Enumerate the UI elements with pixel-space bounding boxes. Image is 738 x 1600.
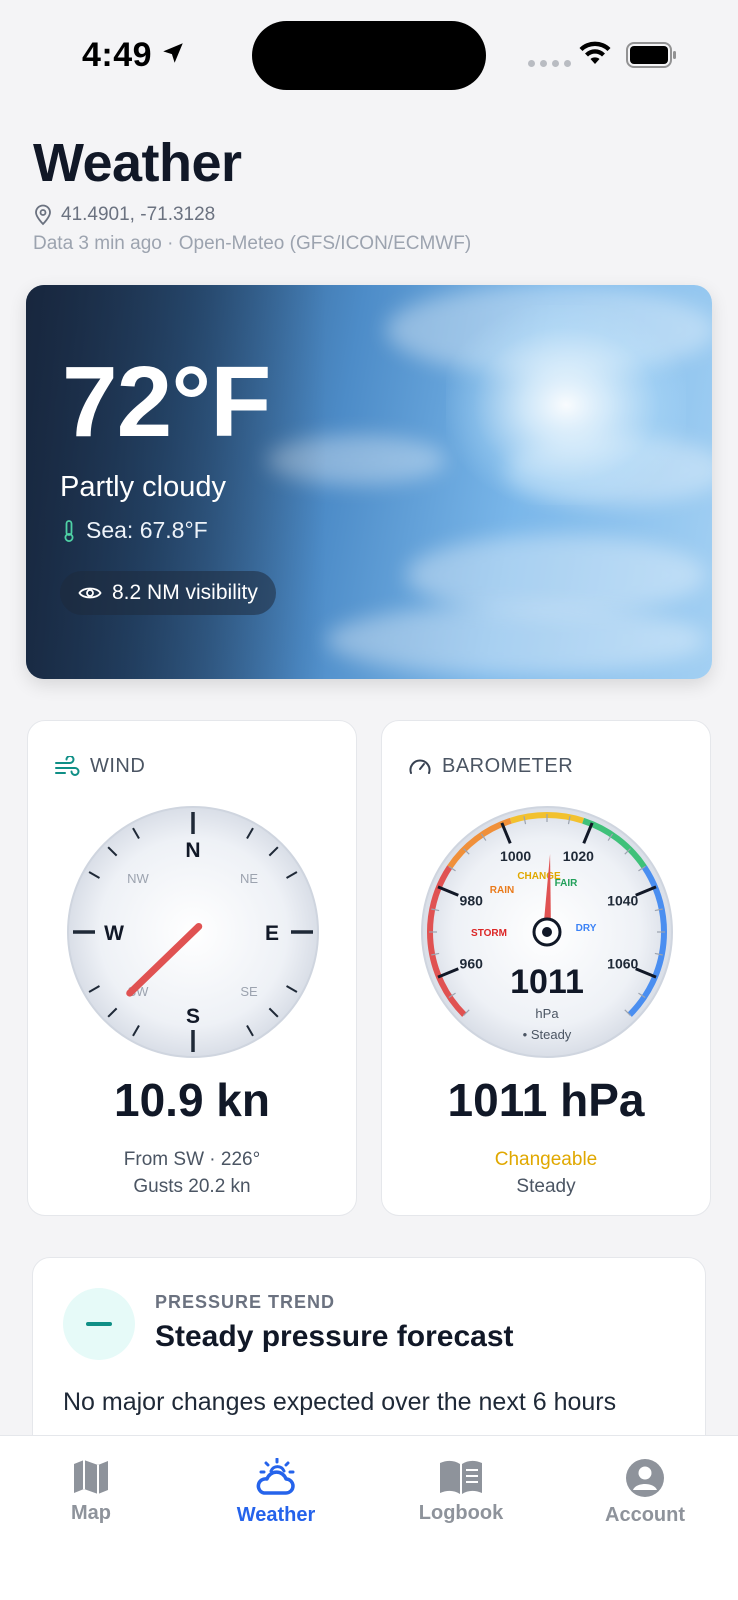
zone-fair: FAIR: [555, 878, 579, 889]
visibility-pill: 8.2 NM visibility: [60, 571, 276, 615]
tab-bar: Map Weather Logbook Account: [0, 1435, 738, 1600]
status-bar: 4:49: [0, 0, 738, 110]
wind-from: From SW · 226°: [123, 1149, 261, 1170]
eye-icon: [78, 587, 102, 599]
tick-label-980: 980: [460, 893, 484, 909]
barometer-trend: Steady: [516, 1176, 576, 1197]
compass-w: W: [104, 922, 124, 945]
tab-logbook[interactable]: Logbook: [386, 1458, 536, 1525]
compass-se: SE: [240, 984, 258, 999]
sea-temperature-row: Sea: 67.8°F: [62, 517, 208, 544]
pressure-trend-title: Steady pressure forecast: [155, 1320, 514, 1353]
wind-card-header: WIND: [54, 755, 145, 778]
weather-icon: [256, 1458, 295, 1495]
zone-rain: RAIN: [490, 885, 514, 896]
coordinates-text: 41.4901, -71.3128: [61, 204, 216, 225]
account-icon: [626, 1459, 664, 1497]
current-conditions-card[interactable]: 72°F Partly cloudy Sea: 67.8°F 8.2 NM vi…: [26, 285, 712, 679]
dynamic-island: [252, 21, 486, 90]
gauge-icon: [409, 759, 431, 774]
wind-gusts: Gusts 20.2 kn: [133, 1176, 251, 1197]
zone-dry: DRY: [576, 923, 597, 934]
tab-account[interactable]: Account: [570, 1458, 720, 1527]
wind-icon: [55, 755, 80, 776]
tick-label-1000: 1000: [500, 848, 531, 864]
tick-label-1020: 1020: [563, 848, 594, 864]
battery-icon: [626, 42, 676, 68]
location-arrow-icon: [163, 43, 183, 63]
tick-label-1040: 1040: [607, 893, 638, 909]
wind-label: WIND: [90, 755, 146, 777]
cellular-signal-icon: [528, 60, 571, 67]
compass-n: N: [185, 839, 200, 862]
compass-e: E: [265, 922, 279, 945]
barometer-card-header: BAROMETER: [408, 755, 573, 778]
wifi-icon: [579, 41, 611, 64]
data-source-meta: Data 3 min ago · Open-Meteo (GFS/ICON/EC…: [33, 233, 472, 254]
page-title: Weather: [33, 133, 242, 193]
tab-map[interactable]: Map: [16, 1458, 166, 1525]
tab-map-label: Map: [71, 1502, 111, 1524]
coordinates-row: 41.4901, -71.3128: [33, 204, 215, 226]
tick-label-1060: 1060: [607, 955, 638, 971]
current-condition: Partly cloudy: [60, 471, 227, 503]
dial-unit: hPa: [535, 1006, 559, 1021]
barometer-dial: 960 980 1000 1020 1040 1060 STORM RAIN C…: [421, 806, 673, 1058]
sun-glow: [446, 305, 686, 505]
location-pin-icon: [35, 204, 51, 226]
zone-storm: STORM: [471, 928, 507, 939]
barometer-card[interactable]: BAROMETER 960 980 1000 1020 1040 1060 ST…: [381, 720, 711, 1216]
wind-speed: 10.9 kn: [114, 1074, 270, 1126]
dial-trend: • Steady: [523, 1027, 572, 1042]
logbook-icon: [440, 1460, 482, 1494]
compass-ne: NE: [240, 871, 258, 886]
status-time: 4:49: [82, 36, 153, 74]
barometer-status: Changeable: [494, 1149, 598, 1170]
sea-temperature: Sea: 67.8°F: [86, 517, 208, 543]
visibility-text: 8.2 NM visibility: [112, 581, 258, 604]
wind-compass: N S E W NE NW SE SW: [67, 806, 319, 1058]
tab-account-label: Account: [605, 1504, 685, 1526]
pressure-trend-label: PRESSURE TREND: [155, 1292, 336, 1312]
tab-weather[interactable]: Weather: [201, 1458, 351, 1527]
tab-logbook-label: Logbook: [418, 1502, 504, 1524]
tab-weather-label: Weather: [236, 1504, 316, 1526]
compass-s: S: [186, 1005, 200, 1028]
current-temperature: 72°F: [62, 346, 271, 458]
barometer-label: BAROMETER: [442, 755, 574, 777]
compass-nw: NW: [127, 871, 149, 886]
barometer-value: 1011 hPa: [447, 1074, 645, 1126]
thermometer-icon: [64, 519, 74, 542]
dial-reading: 1011: [510, 963, 584, 1001]
wind-card[interactable]: WIND N S E W NE NW SE SW 10.9 kn From SW…: [27, 720, 357, 1216]
steady-trend-icon: [63, 1288, 135, 1360]
tick-label-960: 960: [460, 955, 484, 971]
pressure-trend-description: No major changes expected over the next …: [63, 1388, 617, 1416]
map-icon: [74, 1460, 108, 1494]
